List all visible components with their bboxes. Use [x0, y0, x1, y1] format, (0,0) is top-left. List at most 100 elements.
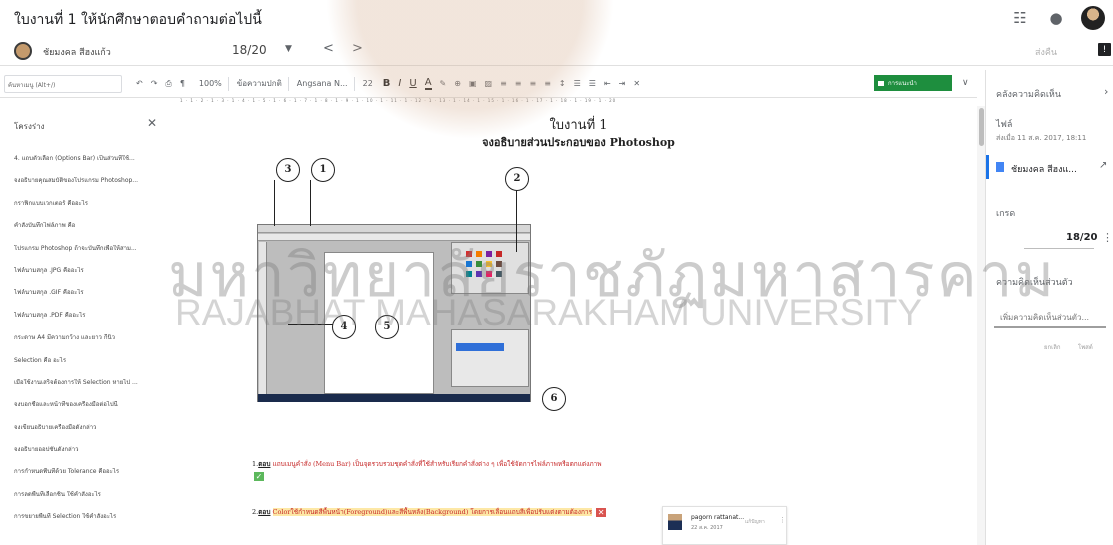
- print-icon[interactable]: ⎙: [165, 79, 171, 89]
- outline-item[interactable]: 4. แถบตัวเลือก (Options Bar) เป็นส่วนที่…: [14, 155, 174, 177]
- doc-file-icon: [996, 162, 1004, 172]
- image-insert-icon[interactable]: ▨: [485, 79, 493, 88]
- outline-item[interactable]: กระดาษ A4 มีความกว้าง และยาว กี่นิ้ว: [14, 334, 174, 356]
- chevron-right-icon[interactable]: ›: [1104, 85, 1108, 98]
- ps-menu-bar: [258, 225, 530, 233]
- resolve-button[interactable]: แก้ปัญหา: [745, 518, 765, 526]
- close-icon[interactable]: ✕: [147, 116, 157, 130]
- answer-2-label: ตอบ: [258, 508, 271, 516]
- align-right-icon[interactable]: ≡: [529, 79, 536, 88]
- account-avatar[interactable]: [1081, 6, 1105, 30]
- comment-insert-icon[interactable]: ▣: [469, 79, 477, 88]
- outline-item[interactable]: จงอธิบายคุณสมบัติของโปรแกรม Photoshop...: [14, 177, 174, 199]
- top-icons: ☷ ●: [1009, 6, 1105, 30]
- submission-file-name: ชัยมงคล สีฮงแ...: [1011, 165, 1077, 175]
- style-select[interactable]: ข้อความปกติ: [237, 77, 282, 90]
- outline-item[interactable]: Selection คือ อะไร: [14, 357, 174, 379]
- suggest-mode-button[interactable]: การแนะนำ: [874, 75, 952, 91]
- outline-item[interactable]: จงเขียนอธิบายเครื่องมือดังกล่าว: [14, 424, 174, 446]
- swatch: [466, 261, 472, 267]
- decrease-indent-icon[interactable]: ⇤: [604, 79, 611, 88]
- bold-button[interactable]: B: [383, 78, 391, 89]
- scrollbar-track[interactable]: [977, 106, 985, 545]
- callout-2: 2: [505, 167, 529, 191]
- student-count[interactable]: 18/20: [232, 43, 267, 57]
- swatch: [496, 251, 502, 257]
- outline-item[interactable]: การลดพื้นที่เลือกชิ้น ใช้คำสั่งอะไร: [14, 491, 174, 513]
- paint-format-icon[interactable]: ¶: [180, 79, 185, 88]
- menu-search-input[interactable]: ค้นหาเมนู (Alt+/): [4, 74, 122, 93]
- submitted-time: ส่งเมื่อ 11 ส.ค. 2017, 18:11: [996, 134, 1087, 142]
- clear-formatting-icon[interactable]: ✕: [633, 79, 640, 88]
- align-left-icon[interactable]: ≡: [500, 79, 507, 88]
- highlight-icon[interactable]: ✎: [440, 79, 447, 88]
- outline-item[interactable]: กราฟิกแบบเวกเตอร์ คืออะไร: [14, 200, 174, 222]
- collapse-toolbar-icon[interactable]: ∨: [962, 78, 969, 88]
- cross-icon: ✕: [596, 507, 607, 517]
- previous-student-button[interactable]: <: [323, 41, 334, 56]
- numbered-list-icon[interactable]: ☰: [574, 79, 581, 88]
- page-title: ใบงานที่ 1: [549, 118, 608, 133]
- check-icon: ✓: [254, 471, 264, 481]
- outline-item[interactable]: ไฟล์นามสกุล .GIF คืออะไร: [14, 289, 174, 311]
- more-options-icon[interactable]: ⋮: [779, 516, 786, 524]
- text-color-button[interactable]: A: [424, 77, 432, 90]
- comment-card[interactable]: pagorn rattanat... 22 ส.ค. 2017 แก้ปัญหา…: [662, 506, 787, 545]
- font-select[interactable]: Angsana N...: [297, 79, 348, 88]
- ps-toolbox: [259, 242, 267, 394]
- toolbar-divider: [227, 76, 229, 91]
- zoom-select[interactable]: 100%: [199, 79, 222, 88]
- scrollbar-thumb[interactable]: [979, 108, 984, 146]
- font-size-select[interactable]: 22: [363, 79, 373, 88]
- outline-item[interactable]: การกำหนดพื้นที่ด้วย Tolerance คืออะไร: [14, 468, 174, 490]
- comment-icon[interactable]: !: [1098, 43, 1111, 56]
- undo-icon[interactable]: ↶: [136, 79, 143, 88]
- justify-icon[interactable]: ≡: [544, 79, 551, 88]
- private-comments-label: ความคิดเห็นส่วนตัว: [996, 278, 1073, 288]
- link-icon[interactable]: ⊕: [454, 79, 461, 88]
- answer-1[interactable]: 1.ตอบ แถบเมนูคำสั่ง (Menu Bar) เป็นจุดรว…: [252, 458, 612, 482]
- open-in-new-icon[interactable]: ↗: [1099, 160, 1107, 171]
- outline-item[interactable]: คำสั่งบันทึกไฟล์ภาพ คือ: [14, 222, 174, 244]
- cancel-button[interactable]: ยกเลิก: [1044, 342, 1061, 352]
- ps-taskbar: [258, 394, 530, 402]
- callout-line: [288, 324, 334, 326]
- ruler[interactable]: 1 · 1 · 2 · 1 · 3 · 1 · 4 · 1 · 5 · 1 · …: [180, 98, 977, 106]
- outline-item[interactable]: จงอธิบายออปชั่นดังกล่าว: [14, 446, 174, 468]
- outline-item[interactable]: ไฟล์นามสกุล .JPG คืออะไร: [14, 267, 174, 289]
- submission-file[interactable]: ชัยมงคล สีฮงแ... ↗: [986, 155, 1113, 179]
- callout-line: [516, 190, 518, 252]
- private-comment-input[interactable]: เพิ่มความคิดเห็นส่วนตัว...: [994, 308, 1106, 328]
- callout-6: 6: [542, 387, 566, 411]
- swatch: [496, 261, 502, 267]
- italic-button[interactable]: I: [398, 78, 401, 89]
- swatch: [476, 271, 482, 277]
- post-button[interactable]: โพสต์: [1078, 342, 1093, 352]
- apps-grid-icon[interactable]: ☷: [1009, 7, 1031, 29]
- outline-item[interactable]: โปรแกรม Photoshop ถ้าจะบันทึกเพื่อให้สาม…: [14, 245, 174, 267]
- outline-item[interactable]: เมื่อใช้งานเสร็จต้องการให้ Selection หาย…: [14, 379, 174, 401]
- return-button[interactable]: ส่งคืน: [1035, 45, 1057, 59]
- align-center-icon[interactable]: ≡: [515, 79, 522, 88]
- notifications-icon[interactable]: ●: [1045, 7, 1067, 29]
- increase-indent-icon[interactable]: ⇥: [619, 79, 626, 88]
- grade-label: เกรด: [996, 209, 1016, 219]
- redo-icon[interactable]: ↷: [151, 79, 158, 88]
- underline-button[interactable]: U: [409, 78, 416, 89]
- bulleted-list-icon[interactable]: ☰: [589, 79, 596, 88]
- comment-bank-title[interactable]: คลังความคิดเห็น: [996, 87, 1061, 101]
- outline-item[interactable]: ไฟล์นามสกุล .PDF คืออะไร: [14, 312, 174, 334]
- outline-item[interactable]: จงบอกชื่อและหน้าที่ของเครื่องมือต่อไปนี้: [14, 401, 174, 423]
- outline-item[interactable]: การขยายพื้นที่ Selection ใช้คำสั่งอะไร: [14, 513, 174, 535]
- answer-2[interactable]: 2.ตอบ Colorใช้กำหนดสีพื้นหน้า(Foreground…: [252, 506, 612, 518]
- document-page[interactable]: ใบงานที่ 1 จงอธิบายส่วนประกอบของ Photosh…: [180, 106, 977, 545]
- swatch: [476, 251, 482, 257]
- grade-input[interactable]: 18/20: [1066, 232, 1097, 243]
- outline-list: 4. แถบตัวเลือก (Options Bar) เป็นส่วนที่…: [14, 155, 174, 536]
- more-options-icon[interactable]: ⋮: [1102, 231, 1113, 244]
- student-name[interactable]: ชัยมงคล สีฮงแก้ว: [43, 45, 111, 59]
- next-student-button[interactable]: >: [352, 41, 363, 56]
- student-dropdown-icon[interactable]: ▼: [285, 44, 292, 54]
- swatch: [486, 271, 492, 277]
- line-spacing-icon[interactable]: ↕: [559, 79, 566, 88]
